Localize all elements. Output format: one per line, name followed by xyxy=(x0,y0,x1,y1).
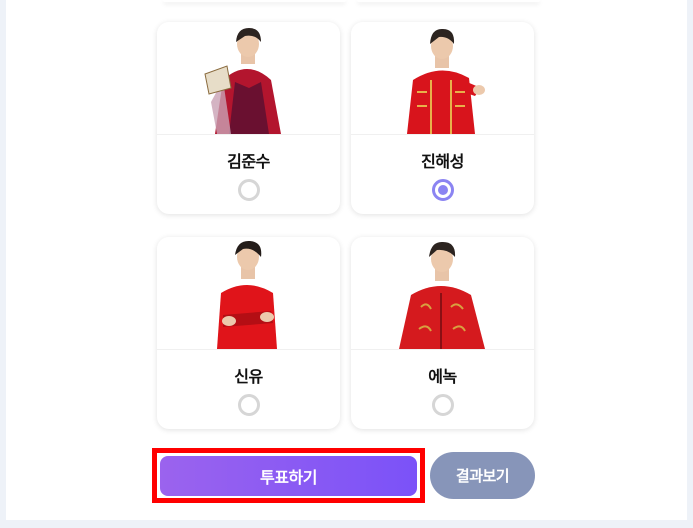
candidate-radio-selected[interactable] xyxy=(432,179,454,201)
candidate-name: 김준수 xyxy=(227,152,270,171)
vote-panel xyxy=(6,0,687,520)
candidate-radio[interactable] xyxy=(238,179,260,201)
candidate-photo xyxy=(157,22,340,135)
candidate-photo xyxy=(351,22,534,135)
candidate-radio[interactable] xyxy=(238,394,260,416)
candidate-card[interactable]: 진해성 xyxy=(351,22,534,214)
vote-button[interactable]: 투표하기 xyxy=(160,456,417,496)
candidate-radio[interactable] xyxy=(432,394,454,416)
previous-card-bottom xyxy=(163,0,346,2)
candidate-photo xyxy=(157,237,340,350)
candidate-name: 진해성 xyxy=(421,152,464,171)
candidate-card[interactable]: 신유 xyxy=(157,237,340,429)
view-results-button[interactable]: 결과보기 xyxy=(430,452,535,499)
candidate-name: 신유 xyxy=(234,367,263,386)
candidate-photo xyxy=(351,237,534,350)
candidate-card[interactable]: 김준수 xyxy=(157,22,340,214)
previous-card-bottom xyxy=(357,0,540,2)
candidate-name: 에녹 xyxy=(428,367,457,386)
candidate-card[interactable]: 에녹 xyxy=(351,237,534,429)
